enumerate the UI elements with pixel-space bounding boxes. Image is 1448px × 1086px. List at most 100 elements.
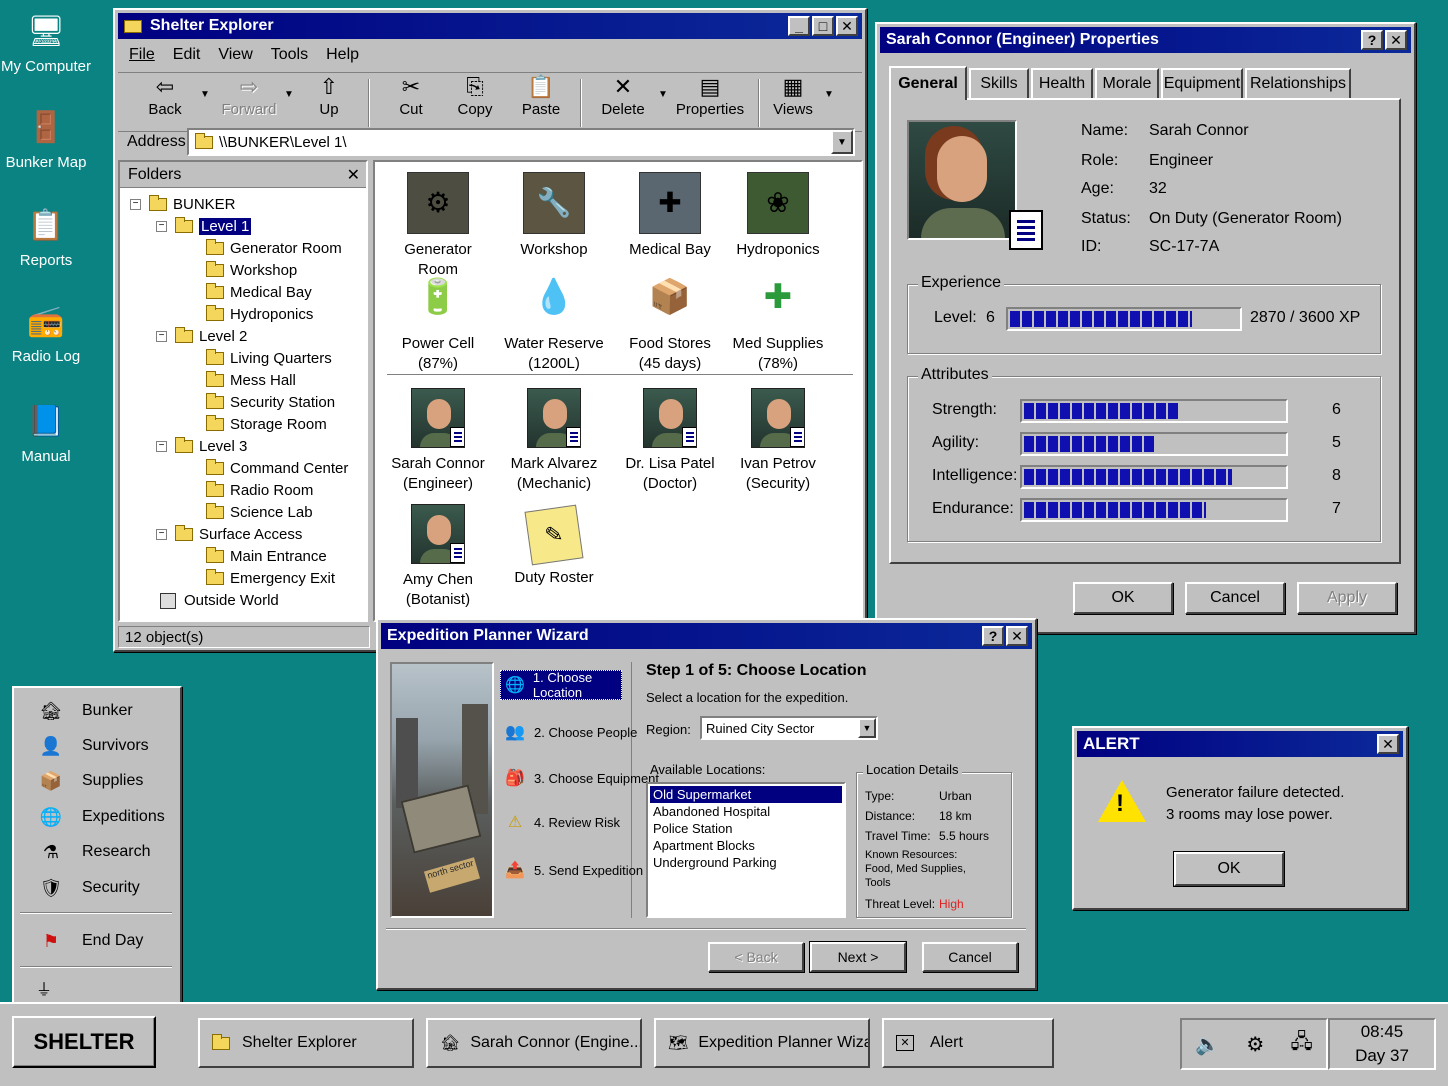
tree-item-bunker[interactable]: − BUNKER <box>130 195 236 213</box>
wizard-titlebar[interactable]: Expedition Planner Wizard ? ✕ <box>381 623 1032 649</box>
room-workshop[interactable]: 🔧 Workshop <box>499 172 609 260</box>
speaker-icon[interactable]: 🔈 <box>1195 1032 1220 1057</box>
tree-item-storage-room[interactable]: Storage Room <box>206 415 327 433</box>
tab-relationships[interactable]: Relationships <box>1245 68 1351 98</box>
back-button[interactable]: ⇦ Back <box>134 73 196 118</box>
tree-item-workshop[interactable]: Workshop <box>206 261 297 279</box>
resource-med-supplies[interactable]: ✚ Med Supplies (78%) <box>723 266 833 374</box>
step-2[interactable]: 👥 2. Choose People <box>504 722 637 742</box>
tab-equipment[interactable]: Equipment <box>1161 68 1243 98</box>
task-alert[interactable]: ✕ Alert <box>882 1018 1054 1068</box>
person-amy-chen[interactable]: Amy Chen (Botanist) <box>383 504 493 610</box>
location-item[interactable]: Underground Parking <box>650 854 842 871</box>
close-button[interactable]: ✕ <box>836 16 858 36</box>
minimize-button[interactable]: _ <box>788 16 810 36</box>
tree-item-main-entrance[interactable]: Main Entrance <box>206 547 327 565</box>
step-4[interactable]: ⚠ 4. Review Risk <box>504 812 620 832</box>
collapse-icon[interactable]: − <box>156 441 167 452</box>
tree-item-outside-world[interactable]: Outside World <box>156 592 279 609</box>
maximize-button[interactable]: □ <box>812 16 834 36</box>
menu-item-security[interactable]: 🛡 Security <box>38 875 140 901</box>
dropdown-arrow-icon[interactable]: ▼ <box>831 130 853 154</box>
collapse-icon[interactable]: − <box>156 529 167 540</box>
menu-item-research[interactable]: ⚗ Research <box>38 839 151 865</box>
start-button[interactable]: SHELTER <box>12 1016 156 1068</box>
resource-water-reserve[interactable]: 💧 Water Reserve (1200L) <box>499 266 609 374</box>
tab-health[interactable]: Health <box>1031 68 1093 98</box>
help-button[interactable]: ? <box>1361 30 1383 50</box>
desktop-icon-my-computer[interactable]: 🖥 My Computer <box>0 8 92 76</box>
tab-morale[interactable]: Morale <box>1095 68 1159 98</box>
tree-item-surface-access[interactable]: − Surface Access <box>156 525 302 543</box>
person-ivan-petrov[interactable]: Ivan Petrov (Security) <box>723 388 833 494</box>
menu-item-survivors[interactable]: 👤 Survivors <box>38 733 149 759</box>
alert-titlebar[interactable]: ALERT ✕ <box>1077 731 1403 757</box>
step-1[interactable]: 🌐 1. Choose Location <box>500 670 622 700</box>
region-select[interactable]: Ruined City Sector ▼ <box>700 716 878 740</box>
chevron-down-icon[interactable]: ▼ <box>658 89 668 100</box>
location-item[interactable]: Old Supermarket <box>650 786 842 803</box>
step-3[interactable]: 🎒 3. Choose Equipment <box>504 768 659 788</box>
room-medical-bay[interactable]: ✚ Medical Bay <box>615 172 725 260</box>
address-field[interactable]: \\BUNKER\Level 1\ ▼ <box>187 128 855 156</box>
next-button[interactable]: Next > <box>809 941 907 973</box>
chevron-down-icon[interactable]: ▼ <box>824 89 834 100</box>
menu-view[interactable]: View <box>218 46 252 63</box>
ok-button[interactable]: OK <box>1173 851 1285 887</box>
ok-button[interactable]: OK <box>1073 582 1173 614</box>
room-hydroponics[interactable]: ❀ Hydroponics <box>723 172 833 260</box>
desktop-icon-bunker-map[interactable]: 🚪 Bunker Map <box>0 104 92 172</box>
cancel-button[interactable]: Cancel <box>1185 582 1285 614</box>
person-mark-alvarez[interactable]: Mark Alvarez (Mechanic) <box>499 388 609 494</box>
menu-item-end-day[interactable]: ⚑ End Day <box>38 928 143 954</box>
tree-item-security-station[interactable]: Security Station <box>206 393 335 411</box>
tree-item-hydroponics[interactable]: Hydroponics <box>206 305 313 323</box>
desktop-icon-radio-log[interactable]: 📻 Radio Log <box>0 298 92 366</box>
cut-button[interactable]: ✂ Cut <box>380 73 442 118</box>
close-button[interactable]: ✕ <box>1377 734 1399 754</box>
task-expedition-wizard[interactable]: 🗺 Expedition Planner Wizard <box>654 1018 870 1068</box>
location-item[interactable]: Police Station <box>650 820 842 837</box>
pin-icon[interactable]: ⏚ <box>36 976 52 1000</box>
menu-item-bunker[interactable]: 🏚 Bunker <box>38 698 133 724</box>
locations-listbox[interactable]: Old Supermarket Abandoned Hospital Polic… <box>646 782 846 918</box>
paste-button[interactable]: 📋 Paste <box>510 73 572 118</box>
cancel-button[interactable]: Cancel <box>922 942 1018 972</box>
person-lisa-patel[interactable]: Dr. Lisa Patel (Doctor) <box>615 388 725 494</box>
tree-item-mess-hall[interactable]: Mess Hall <box>206 371 296 389</box>
collapse-icon[interactable]: − <box>156 221 167 232</box>
location-item[interactable]: Abandoned Hospital <box>650 803 842 820</box>
help-button[interactable]: ? <box>982 626 1004 646</box>
menu-tools[interactable]: Tools <box>271 46 308 63</box>
generator-tray-icon[interactable]: ⚙ <box>1246 1032 1264 1057</box>
chevron-down-icon[interactable]: ▼ <box>284 89 294 100</box>
tree-item-command-center[interactable]: Command Center <box>206 459 348 477</box>
apply-button[interactable]: Apply <box>1297 582 1397 614</box>
tree-item-science-lab[interactable]: Science Lab <box>206 503 313 521</box>
tree-item-level-2[interactable]: − Level 2 <box>156 327 247 345</box>
menu-file[interactable]: File <box>129 46 155 63</box>
dropdown-arrow-icon[interactable]: ▼ <box>858 718 876 738</box>
resource-food-stores[interactable]: 📦 Food Stores (45 days) <box>615 266 725 374</box>
menu-item-expeditions[interactable]: 🌐 Expeditions <box>38 804 165 830</box>
properties-button[interactable]: ▤ Properties <box>670 73 750 118</box>
tab-general[interactable]: General <box>889 66 967 100</box>
menu-item-supplies[interactable]: 📦 Supplies <box>38 768 144 794</box>
close-icon[interactable]: ✕ <box>347 165 360 185</box>
room-generator-room[interactable]: ⚙ Generator Room <box>383 172 493 280</box>
properties-titlebar[interactable]: Sarah Connor (Engineer) Properties ? ✕ <box>880 27 1411 53</box>
duty-roster[interactable]: ✎ Duty Roster <box>499 504 609 588</box>
resource-power-cell[interactable]: 🔋 Power Cell (87%) <box>383 266 493 374</box>
chevron-down-icon[interactable]: ▼ <box>200 89 210 100</box>
tab-skills[interactable]: Skills <box>969 68 1029 98</box>
close-button[interactable]: ✕ <box>1006 626 1028 646</box>
up-button[interactable]: ⇧ Up <box>298 73 360 118</box>
tree-item-level-3[interactable]: − Level 3 <box>156 437 247 455</box>
tree-item-medical-bay[interactable]: Medical Bay <box>206 283 312 301</box>
back-button[interactable]: < Back <box>708 942 804 972</box>
location-item[interactable]: Apartment Blocks <box>650 837 842 854</box>
desktop-icon-manual[interactable]: 📘 Manual <box>0 398 92 466</box>
task-sarah-connor[interactable]: 🏚 Sarah Connor (Engine... <box>426 1018 642 1068</box>
clock[interactable]: 08:45 Day 37 <box>1328 1018 1436 1070</box>
task-shelter-explorer[interactable]: Shelter Explorer <box>198 1018 414 1068</box>
